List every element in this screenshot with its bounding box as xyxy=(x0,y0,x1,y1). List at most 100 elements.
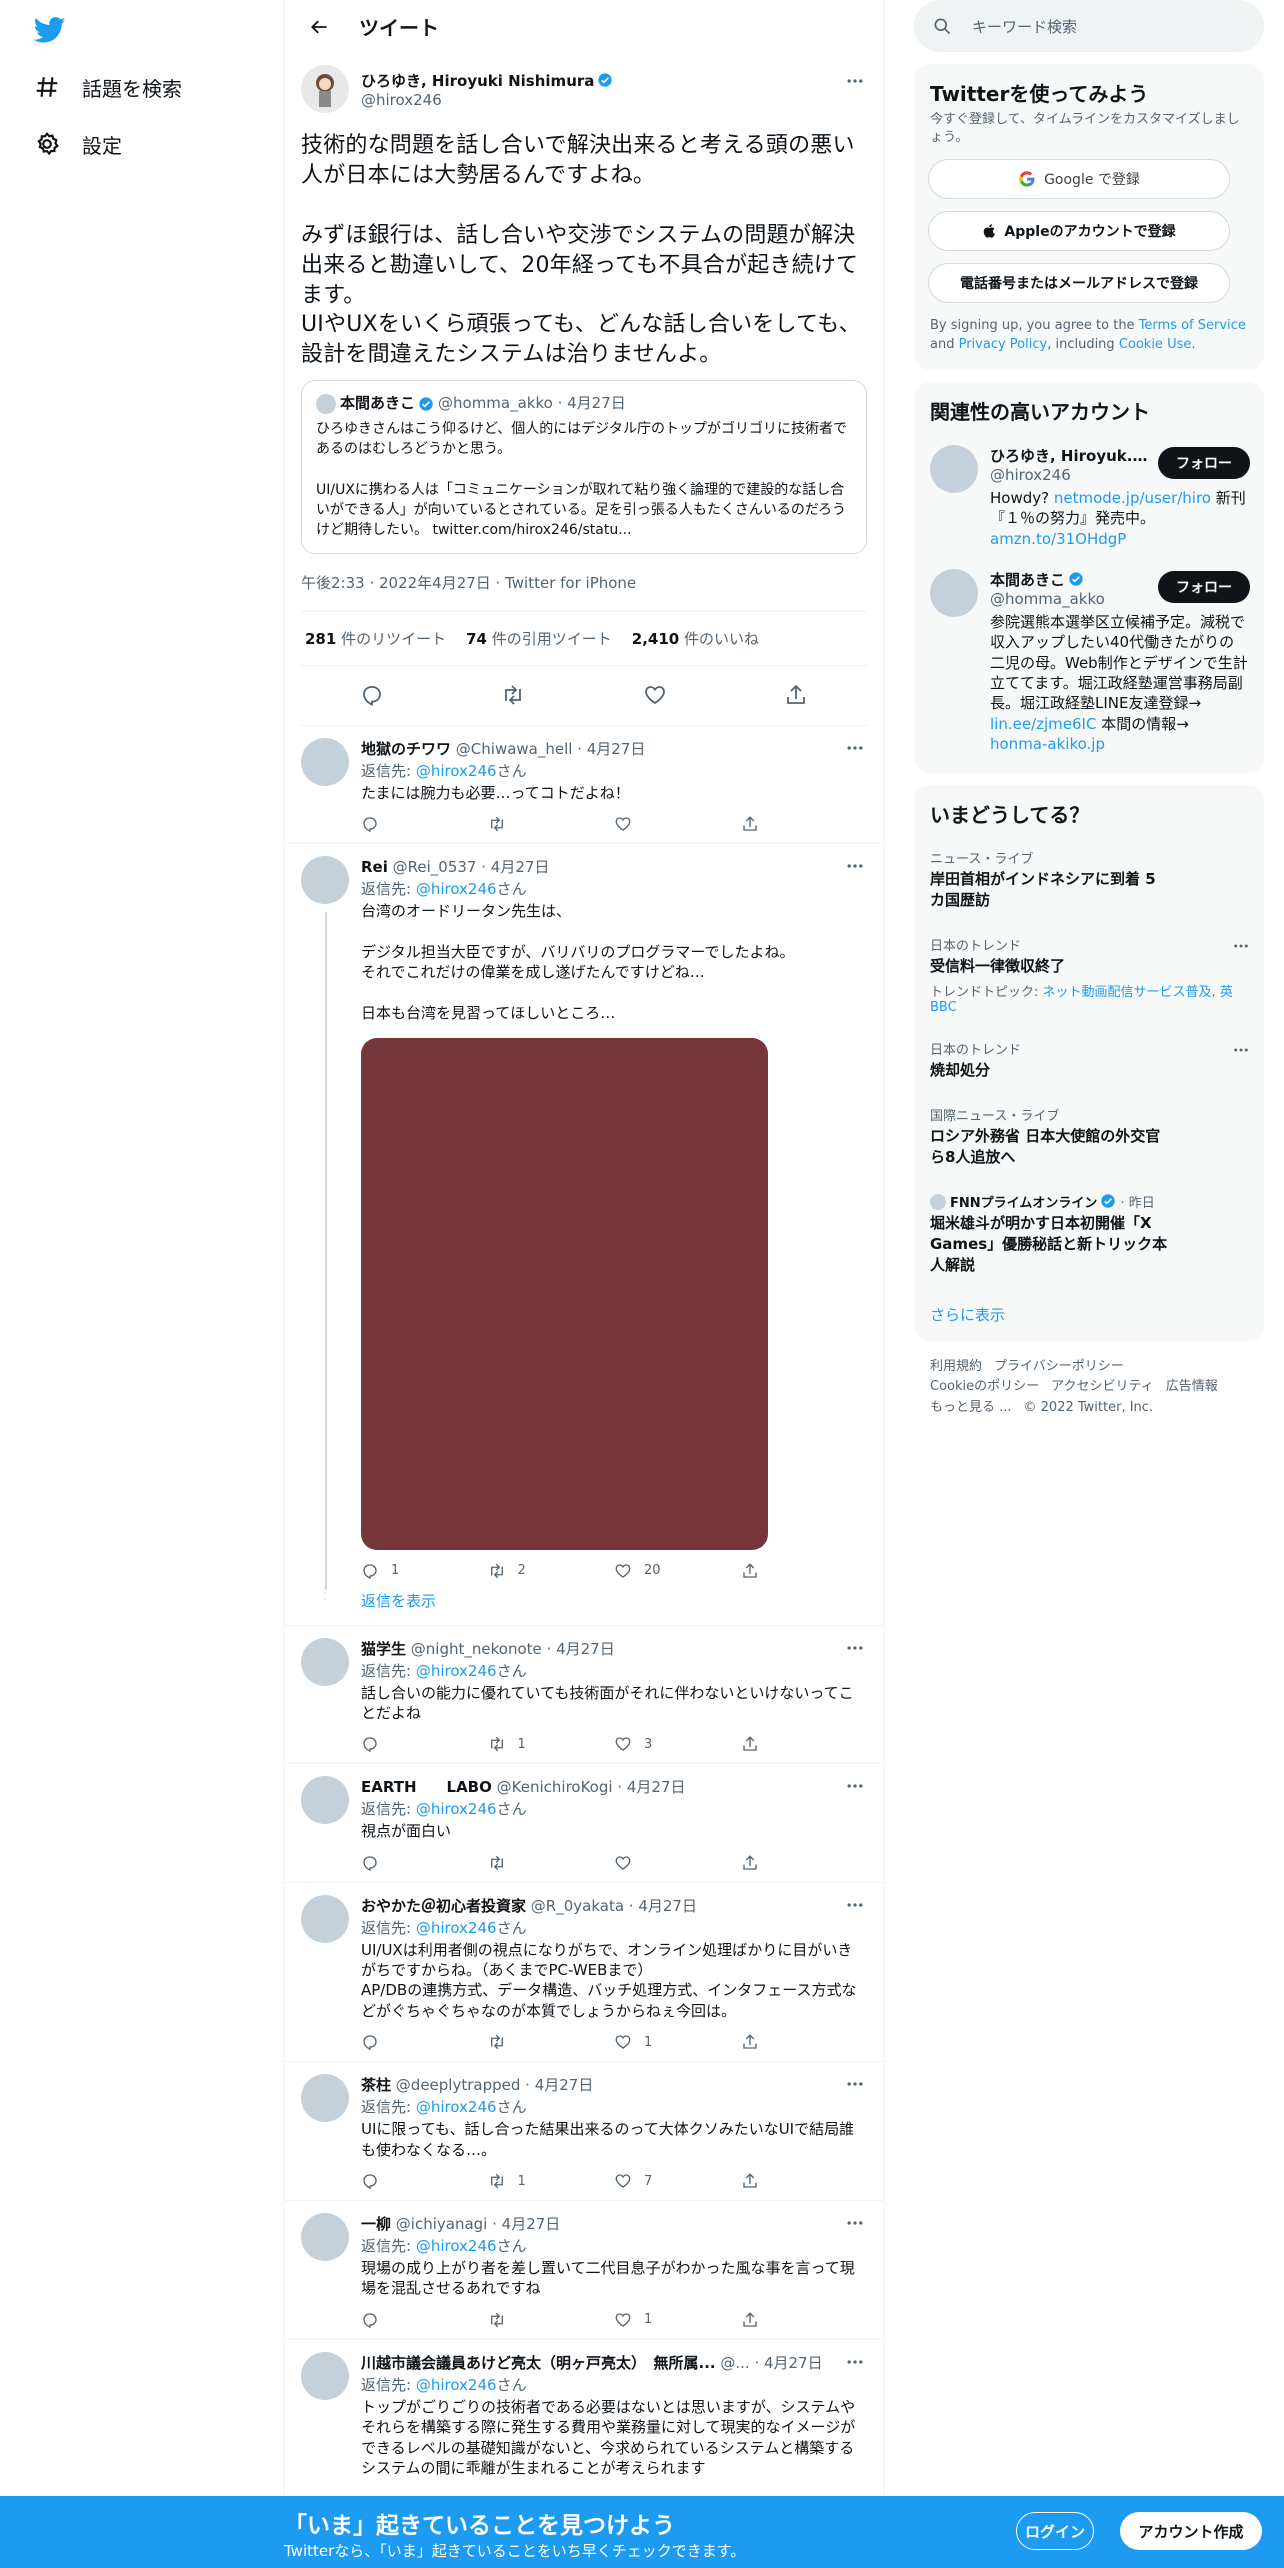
more-icon[interactable] xyxy=(845,738,865,758)
reply-author-handle[interactable]: @R_0yakata xyxy=(531,1897,624,1915)
quote-count[interactable]: 74 件の引用ツイート xyxy=(466,628,612,649)
trend-item[interactable]: 日本のトレンド 受信料一律徴収終了 トレンドトピック: ネット動画配信サービス普及,… xyxy=(914,923,1264,1027)
nav-explore[interactable]: 話題を検索 xyxy=(34,65,182,109)
share-button[interactable] xyxy=(741,2172,868,2190)
reply-date[interactable]: 4月27日 xyxy=(535,2076,594,2094)
reply-date[interactable]: 4月27日 xyxy=(502,2215,561,2233)
avatar[interactable] xyxy=(301,856,349,905)
share-button[interactable] xyxy=(741,1854,868,1872)
reply-author-name[interactable]: 一柳 xyxy=(361,2215,391,2233)
share-icon[interactable] xyxy=(784,683,808,707)
reply-author-name[interactable]: 猫学生 xyxy=(361,1640,406,1658)
like-button[interactable]: 20 xyxy=(614,1562,741,1580)
follow-button[interactable]: フォロー xyxy=(1158,570,1250,603)
trend-item[interactable]: FNNプライムオンライン · 昨日 堀米雄斗が明かす日本初開催「X Games」優… xyxy=(914,1180,1264,1288)
more-icon[interactable] xyxy=(845,2074,865,2094)
replying-to-link[interactable]: @hirox246 xyxy=(416,880,497,898)
reply-author-name[interactable]: 地獄のチワワ xyxy=(361,740,451,758)
share-button[interactable] xyxy=(741,2033,868,2051)
avatar[interactable] xyxy=(930,444,978,493)
more-icon[interactable] xyxy=(845,856,865,876)
like-button[interactable]: 3 xyxy=(614,1735,741,1753)
avatar[interactable] xyxy=(301,1637,349,1686)
more-icon[interactable] xyxy=(845,1776,865,1796)
reply-tweet[interactable]: 猫学生 @night_nekonote · 4月27日 返信先: @hirox24… xyxy=(285,1626,883,1765)
retweet-button[interactable] xyxy=(488,815,615,833)
avatar[interactable] xyxy=(301,2351,349,2400)
reply-media[interactable] xyxy=(361,1037,768,1550)
trend-item[interactable]: 日本のトレンド 焼却処分 xyxy=(914,1027,1264,1093)
terms-link[interactable]: Terms of Service xyxy=(1139,318,1246,333)
reply-author-handle[interactable]: @deeplytrapped xyxy=(396,2076,521,2094)
footer-link[interactable]: Cookieのポリシー xyxy=(930,1379,1039,1394)
create-account-button[interactable]: アカウント作成 xyxy=(1120,2512,1262,2550)
reply-author-handle[interactable]: @KenichiroKogi xyxy=(497,1778,613,1796)
more-icon[interactable] xyxy=(845,1895,865,1915)
more-icon[interactable] xyxy=(845,71,865,91)
reply-author-handle[interactable]: @Rei_0537 xyxy=(393,858,477,876)
retweet-button[interactable] xyxy=(488,1854,615,1872)
reply-author-handle[interactable]: @... xyxy=(720,2354,749,2372)
reply-button[interactable] xyxy=(361,1854,488,1872)
footer-link[interactable]: プライバシーポリシー xyxy=(994,1359,1124,1374)
footer-link[interactable]: 広告情報 xyxy=(1166,1379,1218,1394)
reply-button[interactable]: 1 xyxy=(361,1562,488,1580)
retweet-button[interactable] xyxy=(488,2033,615,2051)
share-button[interactable] xyxy=(741,1735,868,1753)
reply-author-handle[interactable]: @Chiwawa_hell xyxy=(456,740,573,758)
bio-link[interactable]: honma-akiko.jp xyxy=(990,735,1105,753)
footer-more[interactable]: もっと見る ... xyxy=(930,1400,1012,1415)
reply-button[interactable] xyxy=(361,1735,488,1753)
more-icon[interactable] xyxy=(845,2352,865,2372)
login-button[interactable]: ログイン xyxy=(1016,2512,1094,2550)
reply-tweet[interactable]: おやかた＠初心者投資家 @R_0yakata · 4月27日 返信先: @hiro… xyxy=(285,1883,883,2063)
phone-email-signup-button[interactable]: 電話番号またはメールアドレスで登録 xyxy=(928,263,1230,304)
author-handle[interactable]: @hirox246 xyxy=(361,91,613,109)
tweet-timestamp[interactable]: 午後2:33 · 2022年4月27日 · Twitter for iPhone xyxy=(301,572,867,612)
avatar[interactable] xyxy=(301,1894,349,1943)
retweet-button[interactable]: 1 xyxy=(488,1735,615,1753)
like-button[interactable]: 1 xyxy=(614,2033,741,2051)
reply-author-handle[interactable]: @night_nekonote xyxy=(411,1640,542,1658)
more-icon[interactable] xyxy=(1232,937,1250,955)
footer-link[interactable]: アクセシビリティ xyxy=(1051,1379,1154,1394)
related-account[interactable]: ひろゆき, Hiroyuk... @hirox246 Howdy? netmode.… xyxy=(914,435,1264,559)
more-icon[interactable] xyxy=(845,1638,865,1658)
like-count[interactable]: 2,410 件のいいね xyxy=(632,628,759,649)
follow-button[interactable]: フォロー xyxy=(1158,446,1250,479)
bio-link[interactable]: netmode.jp/user/hiro xyxy=(1054,489,1211,507)
reply-author-name[interactable]: 茶柱 xyxy=(361,2076,391,2094)
avatar[interactable] xyxy=(301,2074,349,2123)
avatar[interactable] xyxy=(301,2213,349,2262)
replying-to-link[interactable]: @hirox246 xyxy=(416,762,497,780)
privacy-link[interactable]: Privacy Policy xyxy=(959,337,1048,352)
avatar[interactable] xyxy=(301,737,349,786)
share-button[interactable] xyxy=(741,1562,868,1580)
avatar[interactable] xyxy=(930,568,978,617)
trends-show-more[interactable]: さらに表示 xyxy=(914,1288,1264,1341)
reply-button[interactable] xyxy=(361,815,488,833)
reply-tweet[interactable]: 茶柱 @deeplytrapped · 4月27日 返信先: @hirox246さ… xyxy=(285,2062,883,2202)
more-icon[interactable] xyxy=(1232,1041,1250,1059)
quoted-tweet[interactable]: 本間あきこ @homma_akko · 4月27日 ひろゆきさんはこう仰るけど、… xyxy=(301,380,867,554)
retweet-button[interactable]: 1 xyxy=(488,2172,615,2190)
bio-link[interactable]: lin.ee/zjme6IC xyxy=(990,715,1096,733)
reply-date[interactable]: 4月27日 xyxy=(556,1640,615,1658)
reply-icon[interactable] xyxy=(360,683,384,707)
reply-date[interactable]: 4月27日 xyxy=(587,740,646,758)
reply-date[interactable]: 4月27日 xyxy=(638,1897,697,1915)
cookie-link[interactable]: Cookie Use xyxy=(1119,337,1192,352)
reply-author-name[interactable]: 川越市議会議員あけど亮太（明ヶ戸亮太） 無所属... xyxy=(361,2354,716,2372)
search-input[interactable]: キーワード検索 xyxy=(914,0,1264,52)
related-name[interactable]: ひろゆき, Hiroyuk... xyxy=(990,447,1147,465)
replying-to-link[interactable]: @hirox246 xyxy=(416,2376,497,2394)
like-button[interactable] xyxy=(614,1854,741,1872)
retweet-button[interactable]: 2 xyxy=(488,1562,615,1580)
like-button[interactable] xyxy=(614,815,741,833)
more-icon[interactable] xyxy=(845,2213,865,2233)
twitter-logo-icon[interactable] xyxy=(34,14,66,46)
reply-button[interactable] xyxy=(361,2172,488,2190)
related-account[interactable]: 本間あきこ @homma_akko 参院選熊本選挙区立候補予定。減税で収入アップした… xyxy=(914,559,1264,765)
share-button[interactable] xyxy=(741,2311,868,2329)
replying-to-link[interactable]: @hirox246 xyxy=(416,1800,497,1818)
